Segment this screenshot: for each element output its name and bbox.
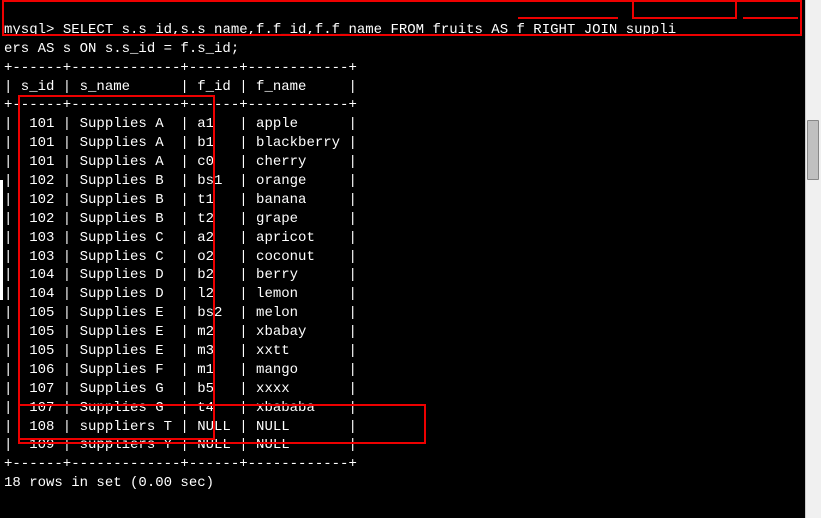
table-row: | 107 | Supplies G | t4 | xbababa | [4,400,357,416]
table-row: | 103 | Supplies C | a2 | apricot | [4,230,357,246]
table-row: | 101 | Supplies A | b1 | blackberry | [4,135,357,151]
table-row: | 108 | suppliers T | NULL | NULL | [4,419,357,435]
result-footer: 18 rows in set (0.00 sec) [4,475,214,491]
table-row: | 101 | Supplies A | a1 | apple | [4,116,357,132]
mysql-prompt: mysql> [4,22,54,38]
table-row: | 101 | Supplies A | c0 | cherry | [4,154,357,170]
table-row: | 109 | suppliers Y | NULL | NULL | [4,437,357,453]
left-edge-artifact [0,180,3,300]
table-border-top: +------+-------------+------+-----------… [4,60,357,76]
table-row: | 104 | Supplies D | b2 | berry | [4,267,357,283]
scrollbar-thumb[interactable] [807,120,819,180]
table-row: | 106 | Supplies F | m1 | mango | [4,362,357,378]
table-border-mid: +------+-------------+------+-----------… [4,97,357,113]
vertical-scrollbar[interactable] [805,0,821,518]
mysql-terminal[interactable]: mysql> SELECT s.s_id,s.s_name,f.f_id,f.f… [0,2,821,493]
table-row: | 107 | Supplies G | b5 | xxxx | [4,381,357,397]
table-row: | 105 | Supplies E | m2 | xbabay | [4,324,357,340]
sql-query-part2: ers AS s ON s.s_id = f.s_id; [4,41,239,57]
table-row: | 105 | Supplies E | m3 | xxtt | [4,343,357,359]
table-row: | 102 | Supplies B | t2 | grape | [4,211,357,227]
table-row: | 102 | Supplies B | bs1 | orange | [4,173,357,189]
table-row: | 103 | Supplies C | o2 | coconut | [4,249,357,265]
table-header: | s_id | s_name | f_id | f_name | [4,79,357,95]
table-row: | 104 | Supplies D | l2 | lemon | [4,286,357,302]
sql-query-part1: SELECT s.s_id,s.s_name,f.f_id,f.f_name F… [54,22,676,38]
table-row: | 105 | Supplies E | bs2 | melon | [4,305,357,321]
table-row: | 102 | Supplies B | t1 | banana | [4,192,357,208]
table-border-bottom: +------+-------------+------+-----------… [4,456,357,472]
